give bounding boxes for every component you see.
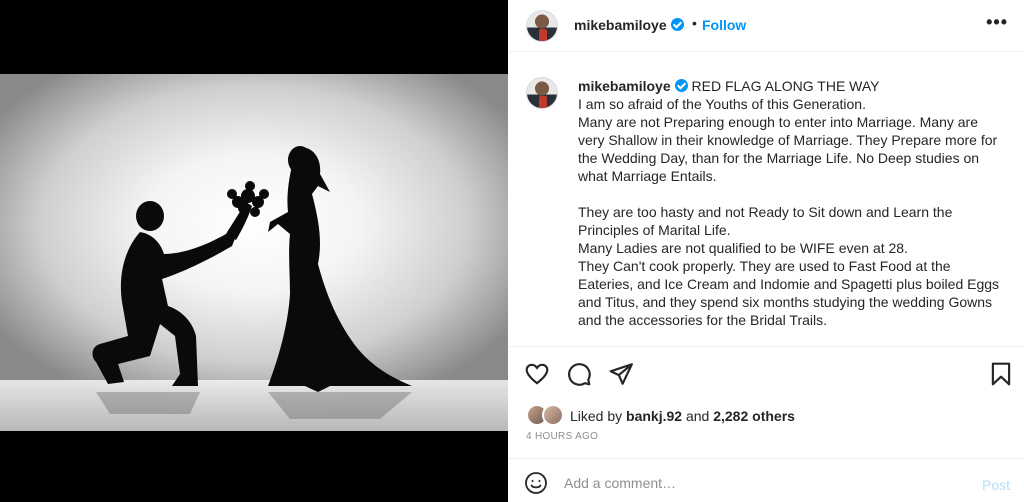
caption-text: mikebamiloye RED FLAG ALONG THE WAY I am… xyxy=(578,77,1006,329)
author-avatar[interactable] xyxy=(526,10,558,42)
more-options-icon[interactable]: ••• xyxy=(986,12,1008,33)
liker-avatars[interactable] xyxy=(526,404,570,426)
post-side-panel: mikebamiloye • Follow ••• mikebamiloye R… xyxy=(508,0,1024,502)
smiley-icon[interactable] xyxy=(524,471,548,495)
liker-username-link[interactable]: bankj.92 xyxy=(626,408,682,424)
post-comment-button[interactable]: Post xyxy=(982,477,1010,493)
paper-plane-icon[interactable] xyxy=(608,361,636,389)
kneeling-man-silhouette xyxy=(92,201,252,386)
comment-icon[interactable] xyxy=(566,361,594,389)
caption-line-2: I am so afraid of the Youths of this Gen… xyxy=(578,96,866,112)
post-timestamp[interactable]: 4 HOURS AGO xyxy=(526,431,598,442)
author-username[interactable]: mikebamiloye xyxy=(574,17,684,33)
header-separator-dot: • xyxy=(692,15,697,31)
proposal-silhouette-image xyxy=(92,146,412,419)
post-actions-bar xyxy=(508,346,1024,400)
caption-verified-badge-icon xyxy=(674,79,688,92)
verified-badge-icon xyxy=(670,18,684,31)
post-header: mikebamiloye • Follow ••• xyxy=(508,0,1024,52)
follow-button[interactable]: Follow xyxy=(702,17,746,33)
caption-line-3: Many are not Preparing enough to enter i… xyxy=(578,114,998,184)
standing-woman-silhouette xyxy=(268,146,412,392)
likes-text: Liked by bankj.92 and 2,282 others xyxy=(570,408,795,424)
caption-author-username[interactable]: mikebamiloye xyxy=(578,78,671,94)
likes-count-link[interactable]: 2,282 others xyxy=(713,408,795,424)
caption-author-avatar[interactable] xyxy=(526,77,558,109)
caption-line-4: They are too hasty and not Ready to Sit … xyxy=(578,204,953,238)
caption-line-6: They Can't cook properly. They are used … xyxy=(578,258,1000,328)
silhouette-reflections xyxy=(96,392,412,419)
caption-line-1: RED FLAG ALONG THE WAY xyxy=(691,78,880,94)
heart-icon[interactable] xyxy=(524,361,552,389)
liker-avatar xyxy=(542,404,564,426)
caption-line-5: Many Ladies are not qualified to be WIFE… xyxy=(578,240,908,256)
comment-bar: Post xyxy=(508,458,1024,502)
caption-section: mikebamiloye RED FLAG ALONG THE WAY I am… xyxy=(508,53,1024,346)
bouquet-silhouette xyxy=(227,181,269,217)
post-media[interactable] xyxy=(0,0,508,502)
comment-input[interactable] xyxy=(564,469,964,497)
bookmark-icon[interactable] xyxy=(988,361,1016,389)
